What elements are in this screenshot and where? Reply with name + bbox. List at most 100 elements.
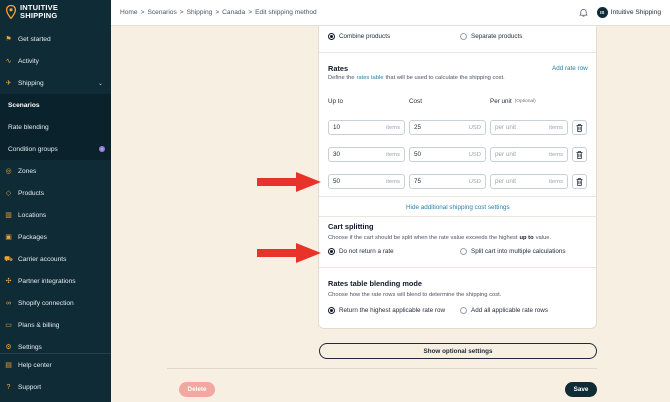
delete-button[interactable]: Delete — [179, 382, 215, 397]
delete-row-button[interactable] — [572, 174, 587, 189]
sidebar-item-label: Condition groups — [8, 145, 58, 153]
cart-desc-text: value. — [535, 235, 552, 241]
sidebar-item-carrier-accounts[interactable]: ⛟ Carrier accounts — [0, 248, 111, 270]
chevron-down-icon: ⌄ — [97, 80, 103, 87]
sidebar-item-locations[interactable]: ▥ Locations — [0, 204, 111, 226]
input-placeholder: per unit — [495, 151, 517, 158]
sidebar-item-products[interactable]: ◇ Products — [0, 182, 111, 204]
input-suffix: items — [549, 151, 563, 158]
bell-icon[interactable] — [578, 8, 588, 17]
save-button[interactable]: Save — [565, 382, 597, 397]
breadcrumb-separator: > — [140, 9, 145, 16]
brand-line-2: SHIPPING — [20, 11, 58, 20]
rates-table-link[interactable]: rates table — [356, 75, 383, 81]
sidebar-item-condition-groups[interactable]: Condition groups ! — [0, 138, 111, 160]
puzzle-icon: ✣ — [5, 278, 12, 285]
annotation-arrow-icon — [257, 243, 321, 263]
globe-icon: ◎ — [5, 168, 12, 175]
brand-logo[interactable]: INTUITIVE SHIPPING — [0, 0, 111, 24]
up-to-input[interactable]: 30 items — [328, 147, 405, 162]
hide-additional-settings-link[interactable]: Hide additional shipping cost settings — [406, 204, 510, 211]
sidebar-item-support[interactable]: ? Support — [0, 376, 111, 398]
sidebar-item-label: Help center — [18, 361, 52, 369]
radio-label: Split cart into multiple calculations — [471, 248, 566, 255]
radio-separate-products[interactable]: Separate products — [460, 33, 522, 40]
input-placeholder: per unit — [495, 178, 517, 185]
radio-label: Add all applicable rate rows — [471, 307, 549, 314]
radio-label: Return the highest applicable rate row — [339, 307, 446, 314]
building-icon: ▥ — [5, 212, 12, 219]
book-icon: ▤ — [5, 362, 12, 369]
radio-do-not-return-rate[interactable]: Do not return a rate — [328, 248, 394, 255]
per-unit-input[interactable]: per unit items — [490, 120, 568, 135]
sidebar-item-zones[interactable]: ◎ Zones — [0, 160, 111, 182]
per-unit-input[interactable]: per unit items — [490, 147, 568, 162]
blending-mode-title: Rates table blending mode — [328, 279, 423, 288]
sidebar-item-label: Locations — [18, 211, 47, 219]
up-to-input[interactable]: 50 items — [328, 174, 405, 189]
shipping-method-card: Combine products Separate products Rates… — [318, 26, 597, 329]
radio-label: Do not return a rate — [339, 248, 394, 255]
radio-combine-products[interactable]: Combine products — [328, 33, 390, 40]
show-optional-settings-button[interactable]: Show optional settings — [319, 343, 597, 359]
add-rate-row-link[interactable]: Add rate row — [552, 65, 588, 72]
sidebar-item-help-center[interactable]: ▤ Help center — [0, 354, 111, 376]
radio-button[interactable] — [328, 248, 335, 255]
input-value: 50 — [333, 178, 341, 185]
radio-button[interactable] — [460, 33, 467, 40]
sidebar-item-label: Settings — [18, 343, 42, 351]
footer-divider — [167, 368, 597, 369]
sidebar-item-partner-integrations[interactable]: ✣ Partner integrations — [0, 270, 111, 292]
delete-row-button[interactable] — [572, 120, 587, 135]
activity-icon: ∿ — [5, 58, 12, 65]
rates-desc-text: Define the — [328, 75, 355, 81]
sidebar-item-scenarios[interactable]: Scenarios — [0, 94, 111, 116]
breadcrumb-shipping[interactable]: Shipping — [187, 9, 213, 16]
cost-input[interactable]: 25 USD — [409, 120, 486, 135]
radio-button[interactable] — [328, 33, 335, 40]
topbar: Home > Scenarios > Shipping > Canada > E… — [111, 0, 670, 26]
sidebar-item-packages[interactable]: ▣ Packages — [0, 226, 111, 248]
rates-desc-text: that will be used to calculate the shipp… — [385, 75, 505, 81]
breadcrumb-home[interactable]: Home — [120, 9, 138, 16]
sidebar-item-label: Shopify connection — [18, 299, 74, 307]
input-placeholder: per unit — [495, 124, 517, 131]
cost-input[interactable]: 75 USD — [409, 174, 486, 189]
col-header-label: Per unit — [490, 98, 512, 105]
link-icon: ∞ — [6, 299, 11, 307]
radio-button[interactable] — [328, 307, 335, 314]
sidebar-item-activity[interactable]: ∿ Activity — [0, 50, 111, 72]
radio-split-cart[interactable]: Split cart into multiple calculations — [460, 248, 566, 255]
shipping-submenu: Scenarios Rate blending Condition groups… — [0, 94, 111, 160]
radio-add-all-rows[interactable]: Add all applicable rate rows — [460, 307, 548, 314]
sidebar-item-shipping[interactable]: ✈ Shipping ⌄ — [0, 72, 111, 94]
account-menu[interactable]: IS Intuitive Shipping — [596, 7, 661, 18]
help-icon: ? — [6, 383, 11, 391]
flag-icon: ⚑ — [5, 36, 12, 43]
currency-suffix: USD — [468, 124, 481, 131]
radio-label: Combine products — [339, 33, 391, 40]
delete-row-button[interactable] — [572, 147, 587, 162]
trash-icon — [576, 150, 583, 159]
up-to-input[interactable]: 10 items — [328, 120, 405, 135]
sidebar-item-rate-blending[interactable]: Rate blending — [0, 116, 111, 138]
location-pin-icon — [6, 5, 16, 19]
sidebar-item-get-started[interactable]: ⚑ Get started — [0, 28, 111, 50]
radio-return-highest[interactable]: Return the highest applicable rate row — [328, 307, 445, 314]
sidebar-item-label: Shipping — [18, 79, 44, 87]
brand-name: INTUITIVE SHIPPING — [20, 4, 58, 20]
breadcrumb-separator: > — [179, 9, 184, 16]
cost-input[interactable]: 50 USD — [409, 147, 486, 162]
sidebar-item-shopify-connection[interactable]: ∞ Shopify connection — [0, 292, 111, 314]
tag-icon: ◇ — [5, 190, 12, 197]
cart-splitting-title: Cart splitting — [328, 222, 374, 231]
per-unit-input[interactable]: per unit items — [490, 174, 568, 189]
breadcrumb-canada[interactable]: Canada — [222, 9, 245, 16]
col-header-up-to: Up to — [328, 98, 344, 105]
radio-button[interactable] — [460, 248, 467, 255]
input-suffix: items — [549, 124, 563, 131]
radio-button[interactable] — [460, 307, 467, 314]
breadcrumb-scenarios[interactable]: Scenarios — [147, 9, 176, 16]
input-value: 75 — [414, 178, 422, 185]
sidebar-item-plans-billing[interactable]: ▭ Plans & billing — [0, 314, 111, 336]
